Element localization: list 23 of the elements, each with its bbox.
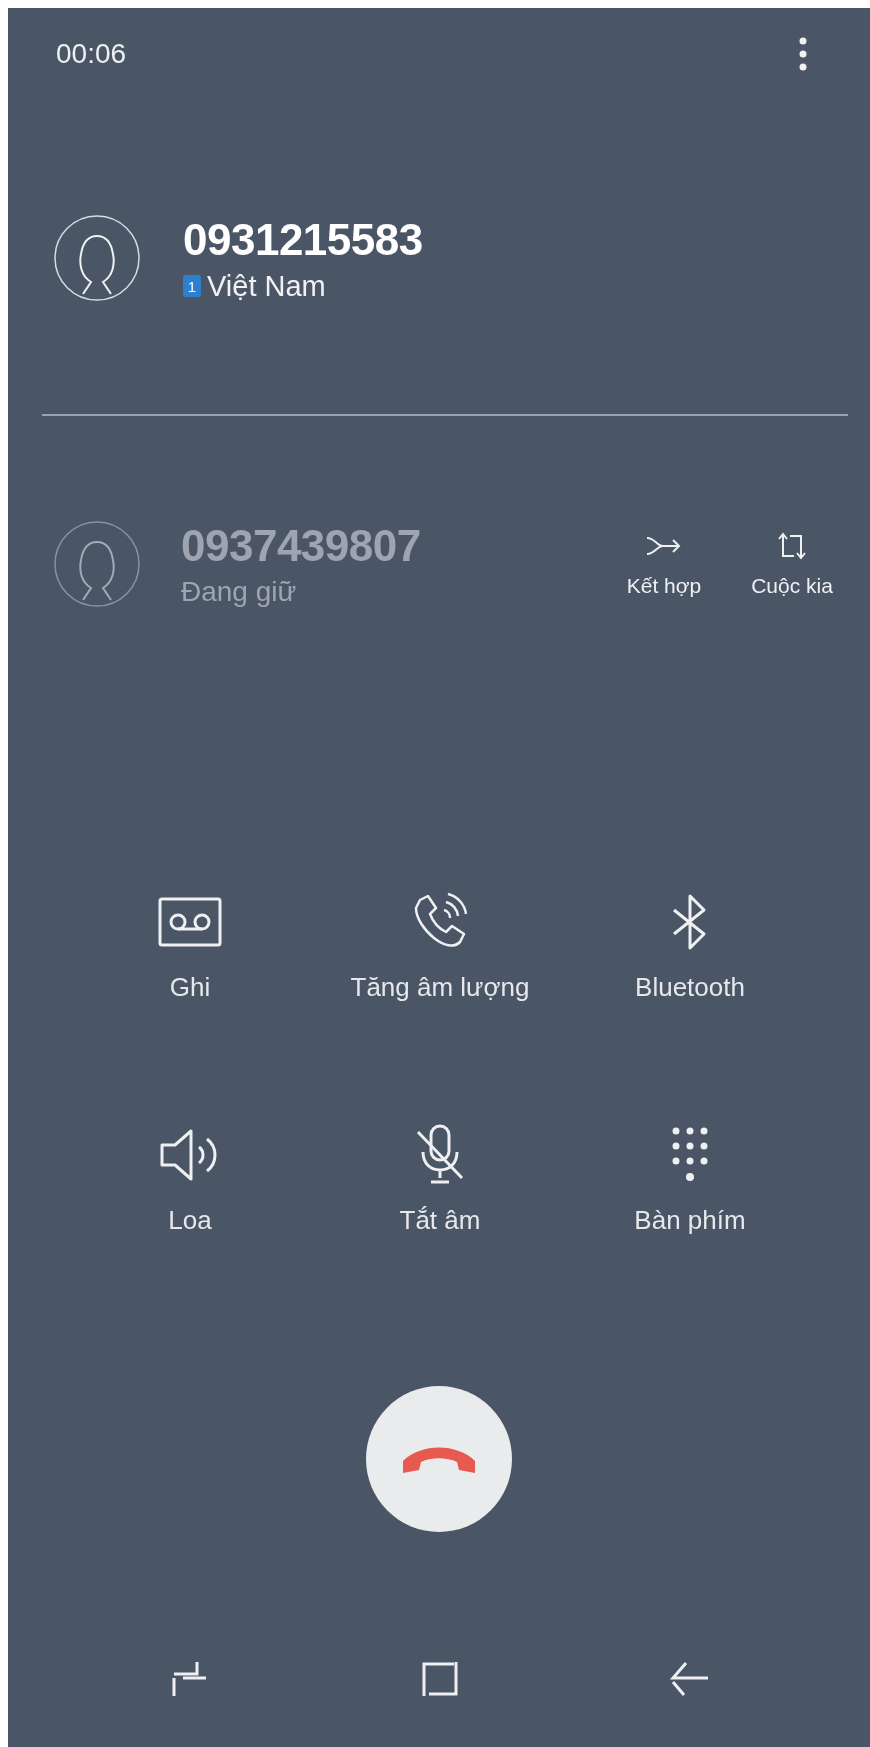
caller-country: Việt Nam <box>207 269 326 303</box>
voicemail-icon <box>158 897 222 947</box>
back-icon[interactable] <box>670 1660 710 1698</box>
swap-call-button[interactable]: Cuộc kia <box>734 530 850 598</box>
muted-microphone-icon <box>414 1124 466 1186</box>
record-button[interactable]: Ghi <box>65 890 315 1003</box>
recent-apps-icon[interactable] <box>171 1660 209 1698</box>
keypad-button[interactable]: Bàn phím <box>565 1123 815 1236</box>
dialpad-icon <box>670 1126 710 1184</box>
avatar-icon <box>53 214 141 302</box>
bluetooth-button[interactable]: Bluetooth <box>565 890 815 1003</box>
merge-call-button[interactable]: Kết hợp <box>606 530 722 598</box>
sim-badge: 1 <box>183 275 201 297</box>
caller-number: 0931215583 <box>183 213 423 266</box>
more-options-icon[interactable] <box>798 37 808 71</box>
volume-button[interactable]: Tăng âm lượng <box>315 890 565 1003</box>
held-number: 0937439807 <box>181 520 421 572</box>
mute-button[interactable]: Tắt âm <box>315 1123 565 1236</box>
held-status: Đang giữ <box>181 576 298 608</box>
avatar-icon <box>53 520 141 608</box>
swap-arrows-icon <box>776 530 808 562</box>
speaker-button[interactable]: Loa <box>65 1123 315 1236</box>
call-timer: 00:06 <box>56 38 127 70</box>
